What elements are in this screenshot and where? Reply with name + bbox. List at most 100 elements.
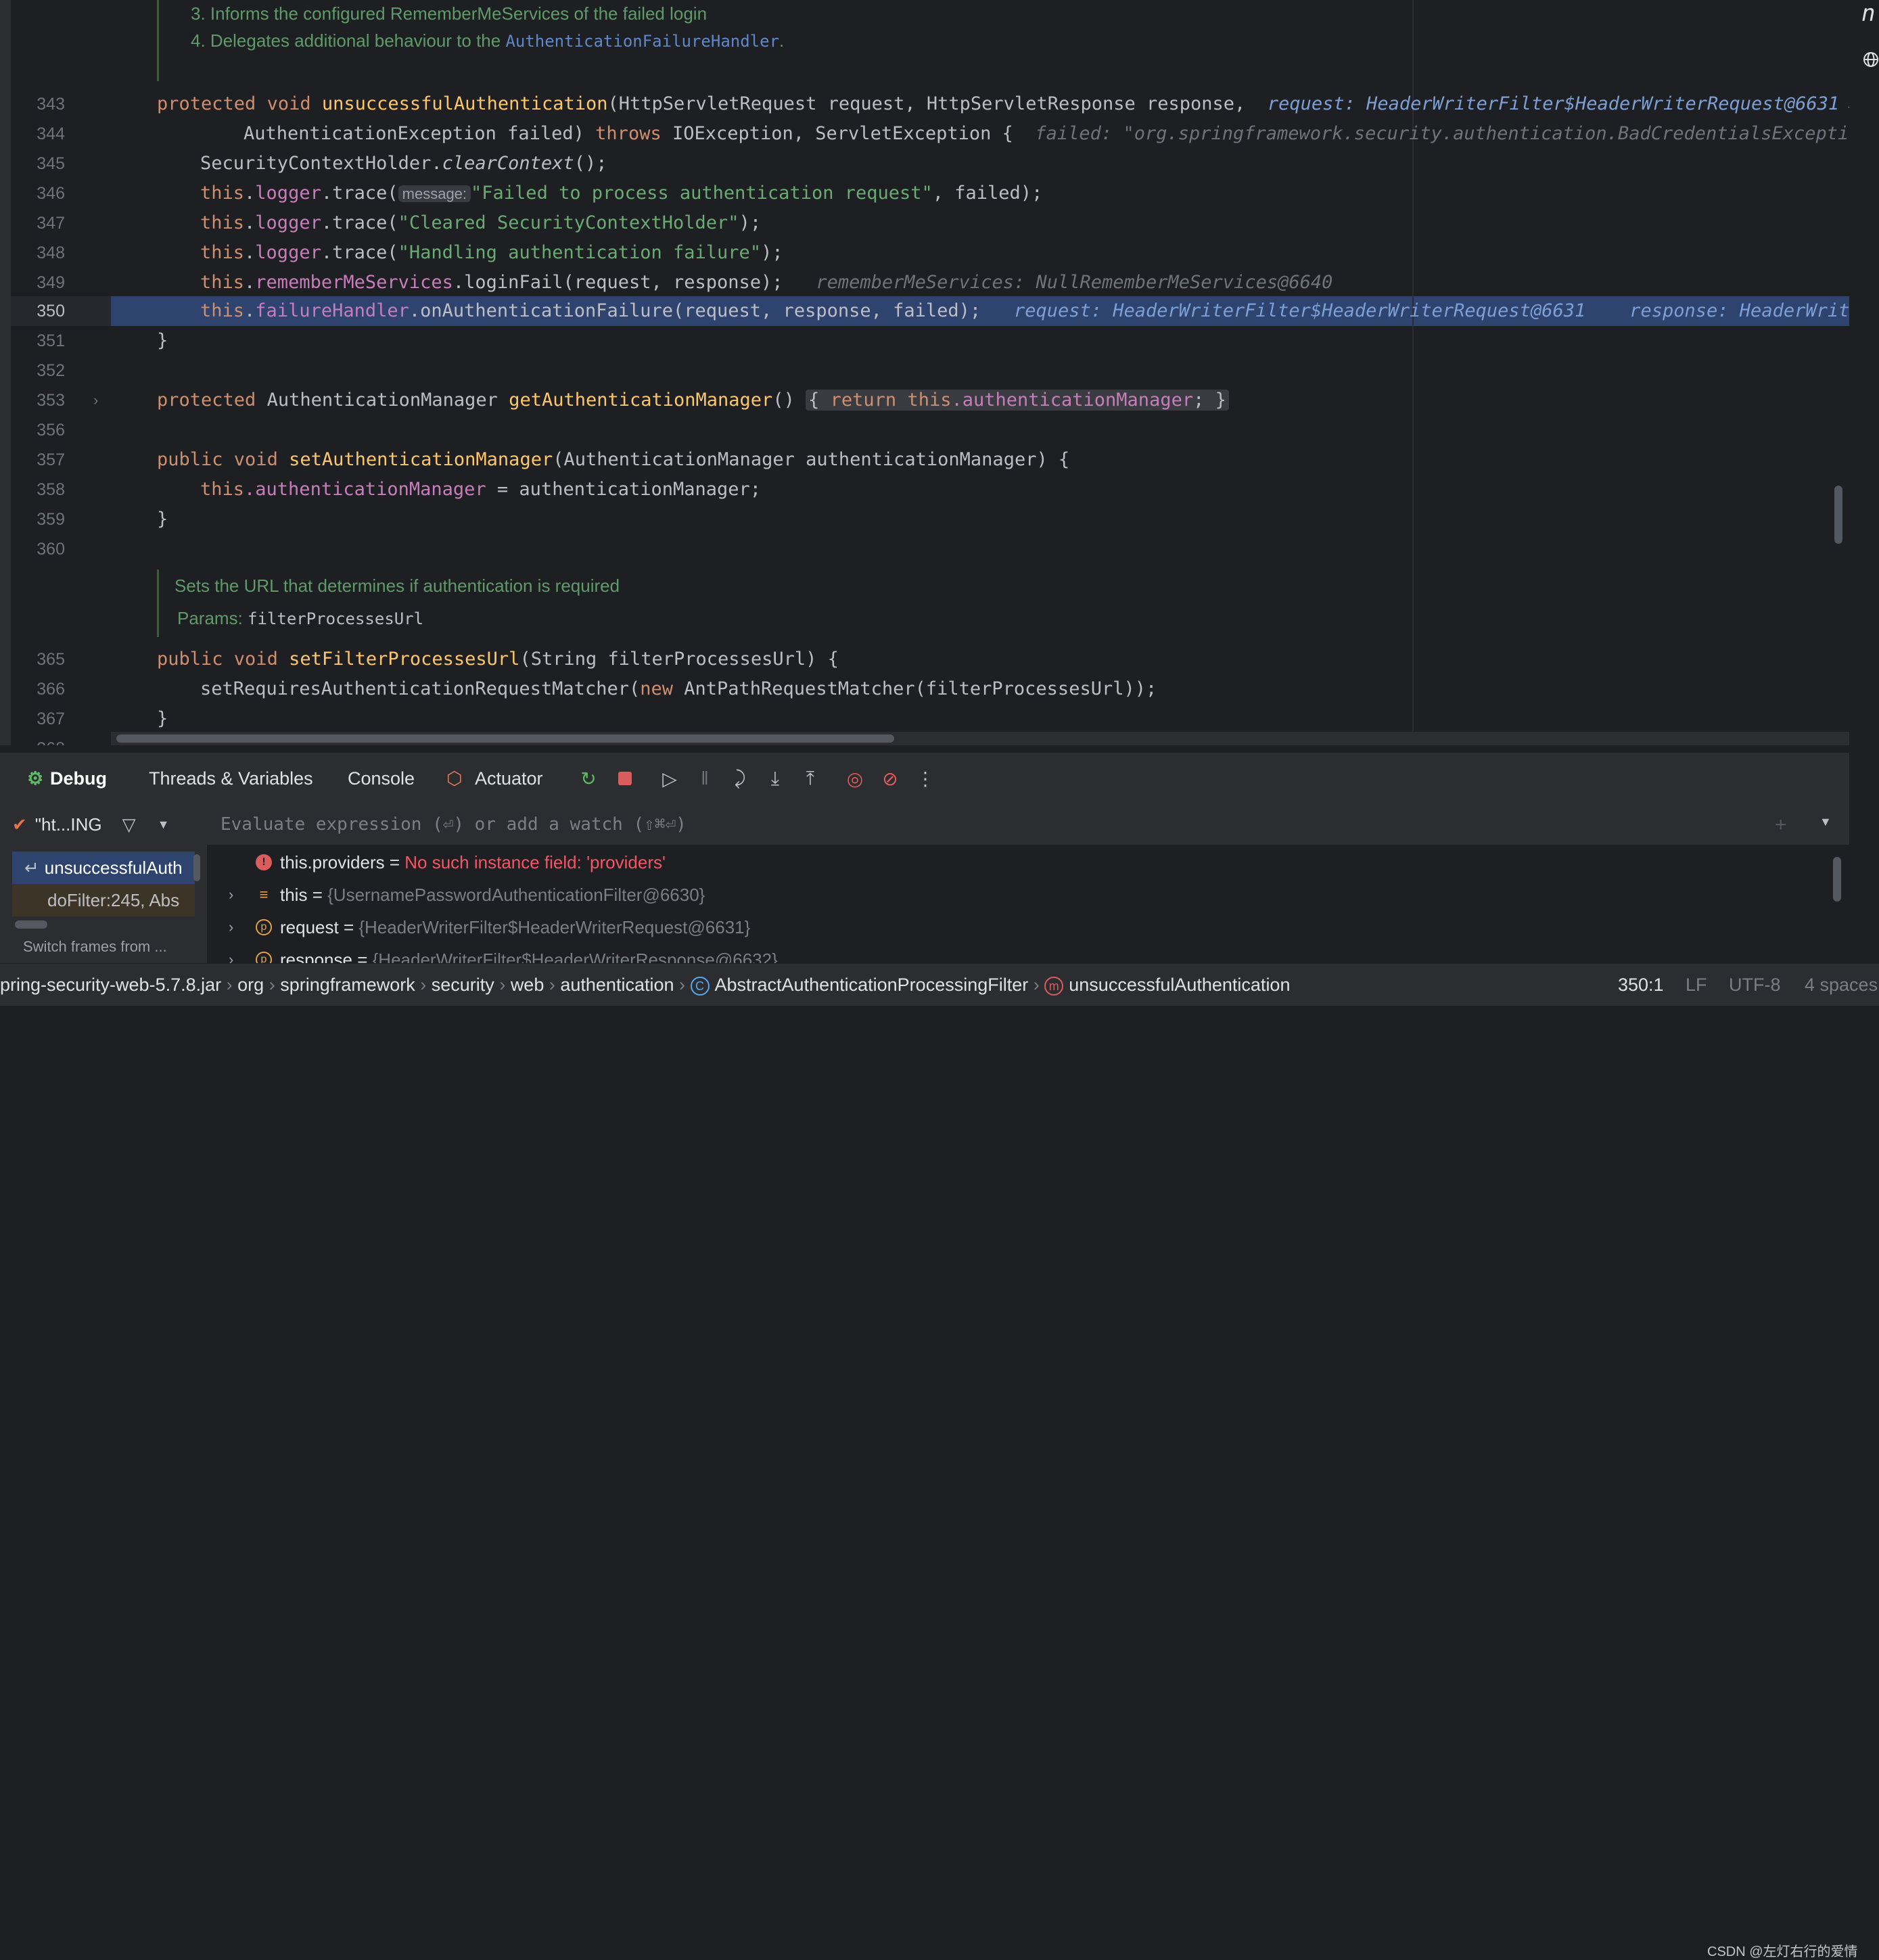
- scrollbar-thumb[interactable]: [116, 734, 894, 743]
- breadcrumb-authentication[interactable]: authentication: [560, 975, 674, 995]
- line-number: 346: [37, 184, 65, 203]
- debug-tab-bar: ⚙ Debug Threads & Variables Console ⬡ Actu…: [0, 753, 1849, 804]
- resume-icon[interactable]: ▷: [657, 766, 682, 791]
- tab-console[interactable]: Console: [348, 753, 415, 804]
- pause-icon[interactable]: ‖: [693, 766, 717, 791]
- line-number: 343: [37, 95, 65, 114]
- thread-selector[interactable]: ✔ "ht...ING ▽ ▼: [12, 804, 202, 845]
- expand-arrow-icon[interactable]: ›: [229, 879, 233, 911]
- class-icon: C: [690, 976, 710, 996]
- stack-frame-current[interactable]: ↵ unsuccessfulAuth: [12, 851, 195, 884]
- breadcrumb-separator-icon: ›: [226, 975, 238, 995]
- fold-chevron-icon[interactable]: ›: [93, 386, 98, 415]
- tab-actuator[interactable]: ⬡ Actuator: [446, 753, 543, 804]
- line-number-gutter[interactable]: 343 344 345 346 347 348 349 350 351 352 …: [11, 0, 111, 745]
- more-options-icon[interactable]: ⋮: [913, 766, 937, 791]
- editor-vertical-scrollbar[interactable]: [1834, 486, 1842, 544]
- expand-arrow-icon[interactable]: ›: [229, 911, 233, 943]
- right-tool-strip: [1849, 0, 1879, 1005]
- variable-row[interactable]: › p response = {HeaderWriterFilter$Heade…: [207, 943, 1830, 964]
- line-ending[interactable]: LF: [1686, 964, 1707, 1006]
- code-line-346[interactable]: this.logger.trace(message: "Failed to pro…: [200, 179, 1042, 209]
- frames-vertical-scrollbar[interactable]: [193, 854, 200, 881]
- doc-params: Params: filterProcessesUrl: [177, 608, 424, 628]
- globe-icon[interactable]: [1863, 51, 1879, 68]
- breadcrumb-springframework[interactable]: springframework: [280, 975, 415, 995]
- tab-threads-variables[interactable]: Threads & Variables: [149, 753, 313, 804]
- code-line-365[interactable]: public void setFilterProcessesUrl(String…: [157, 645, 839, 674]
- code-editor[interactable]: 3. Informs the configured RememberMeServ…: [0, 0, 1879, 745]
- breadcrumb-jar[interactable]: pring-security-web-5.7.8.jar: [0, 975, 221, 995]
- code-line-357[interactable]: public void setAuthenticationManager(Aut…: [157, 445, 1069, 475]
- caret-position[interactable]: 350:1: [1618, 964, 1664, 1006]
- indent-setting[interactable]: 4 spaces: [1805, 964, 1878, 1006]
- code-line-358[interactable]: this.authenticationManager = authenticat…: [200, 475, 761, 505]
- view-breakpoints-icon[interactable]: ◎: [843, 766, 867, 791]
- step-into-icon[interactable]: ⤓: [763, 766, 787, 791]
- breadcrumb-method[interactable]: unsuccessfulAuthentication: [1069, 975, 1290, 995]
- code-line-343[interactable]: protected void unsuccessfulAuthenticatio…: [157, 89, 1855, 120]
- stack-frame[interactable]: doFilter:245, Abs: [12, 884, 195, 916]
- line-number: 345: [37, 154, 65, 173]
- code-line-344[interactable]: AuthenticationException failed) throws I…: [243, 119, 1871, 149]
- switch-frames-hint[interactable]: Switch frames from ...: [23, 938, 167, 956]
- breadcrumb-separator-icon: ›: [420, 975, 432, 995]
- chevron-down-icon[interactable]: ▼: [158, 818, 170, 832]
- stop-icon[interactable]: [613, 766, 637, 791]
- field-list-icon: ≡: [259, 886, 269, 903]
- variables-vertical-scrollbar[interactable]: [1833, 857, 1841, 902]
- line-number: 365: [37, 650, 65, 669]
- code-line-367[interactable]: }: [157, 704, 168, 734]
- doc-line-setfilter: Sets the URL that determines if authenti…: [175, 576, 620, 596]
- breadcrumb-web[interactable]: web: [511, 975, 544, 995]
- code-line-351[interactable]: }: [157, 326, 168, 356]
- parameter-icon: p: [256, 952, 272, 964]
- variable-row-error[interactable]: ! this.providers = No such instance fiel…: [207, 846, 1830, 879]
- breadcrumb-separator-icon: ›: [549, 975, 561, 995]
- frames-horizontal-scrollbar[interactable]: [15, 920, 47, 929]
- editor-horizontal-scrollbar[interactable]: [111, 732, 1849, 745]
- step-over-icon[interactable]: ⤸: [728, 766, 752, 791]
- doc-link-failure-handler[interactable]: AuthenticationFailureHandler: [505, 32, 779, 51]
- debug-tool-window: ⚙ Debug Threads & Variables Console ⬡ Actu…: [0, 752, 1849, 964]
- doc-comment-bar: [157, 569, 159, 637]
- breadcrumb-class[interactable]: AbstractAuthenticationProcessingFilter: [715, 975, 1029, 995]
- filter-icon[interactable]: ▽: [122, 814, 136, 835]
- inline-debug-hint: rememberMeServices: NullRememberMeServic…: [816, 272, 1333, 293]
- step-out-icon[interactable]: ⤒: [798, 766, 822, 791]
- bug-icon: ⚙: [27, 768, 44, 789]
- folded-region[interactable]: { return this.authenticationManager; }: [806, 390, 1229, 411]
- code-line-359[interactable]: }: [157, 505, 168, 534]
- breadcrumb-separator-icon: ›: [679, 975, 691, 995]
- variable-row[interactable]: › p request = {HeaderWriterFilter$Header…: [207, 911, 1830, 943]
- chevron-down-icon[interactable]: ▼: [1819, 815, 1832, 829]
- code-line-349[interactable]: this.rememberMeServices.loginFail(reques…: [200, 268, 1332, 298]
- evaluate-expression-input[interactable]: Evaluate expression (⏎) or add a watch (…: [221, 804, 687, 845]
- code-line-345[interactable]: SecurityContextHolder.clearContext();: [200, 149, 607, 179]
- add-watch-icon[interactable]: +: [1775, 814, 1787, 837]
- variable-row[interactable]: › ≡ this = {UsernamePasswordAuthenticati…: [207, 879, 1830, 911]
- mute-breakpoints-icon[interactable]: ⊘: [878, 766, 902, 791]
- code-line-353[interactable]: protected AuthenticationManager getAuthe…: [157, 386, 1229, 415]
- line-number: 349: [37, 273, 65, 292]
- code-line-348[interactable]: this.logger.trace("Handling authenticati…: [200, 238, 783, 268]
- rerun-icon[interactable]: ↻: [576, 766, 601, 791]
- tab-debug[interactable]: ⚙ Debug: [27, 753, 107, 804]
- breadcrumb-security[interactable]: security: [432, 975, 494, 995]
- editor-left-strip: [0, 0, 11, 745]
- line-number: 347: [37, 214, 65, 233]
- error-icon: !: [256, 854, 272, 870]
- doc-line-3: 3. Informs the configured RememberMeServ…: [191, 3, 707, 24]
- frames-pane: ✔ "ht...ING ▽ ▼ ↵ unsuccessfulAuth doFilt…: [0, 804, 208, 964]
- breadcrumb-separator-icon: ›: [499, 975, 511, 995]
- expand-arrow-icon[interactable]: ›: [229, 943, 233, 964]
- evaluate-expression-bar[interactable]: Evaluate expression (⏎) or add a watch (…: [207, 804, 1849, 845]
- code-line-366[interactable]: setRequiresAuthenticationRequestMatcher(…: [200, 674, 1157, 704]
- inline-debug-hint: response: HeaderWriterF: [1629, 300, 1879, 321]
- line-number: 367: [37, 709, 65, 728]
- breadcrumb-org[interactable]: org: [237, 975, 264, 995]
- code-line-347[interactable]: this.logger.trace("Cleared SecurityConte…: [200, 208, 761, 238]
- file-encoding[interactable]: UTF-8: [1729, 964, 1781, 1006]
- code-line-350[interactable]: this.failureHandler.onAuthenticationFail…: [200, 296, 1879, 326]
- line-number-current: 350: [37, 302, 65, 321]
